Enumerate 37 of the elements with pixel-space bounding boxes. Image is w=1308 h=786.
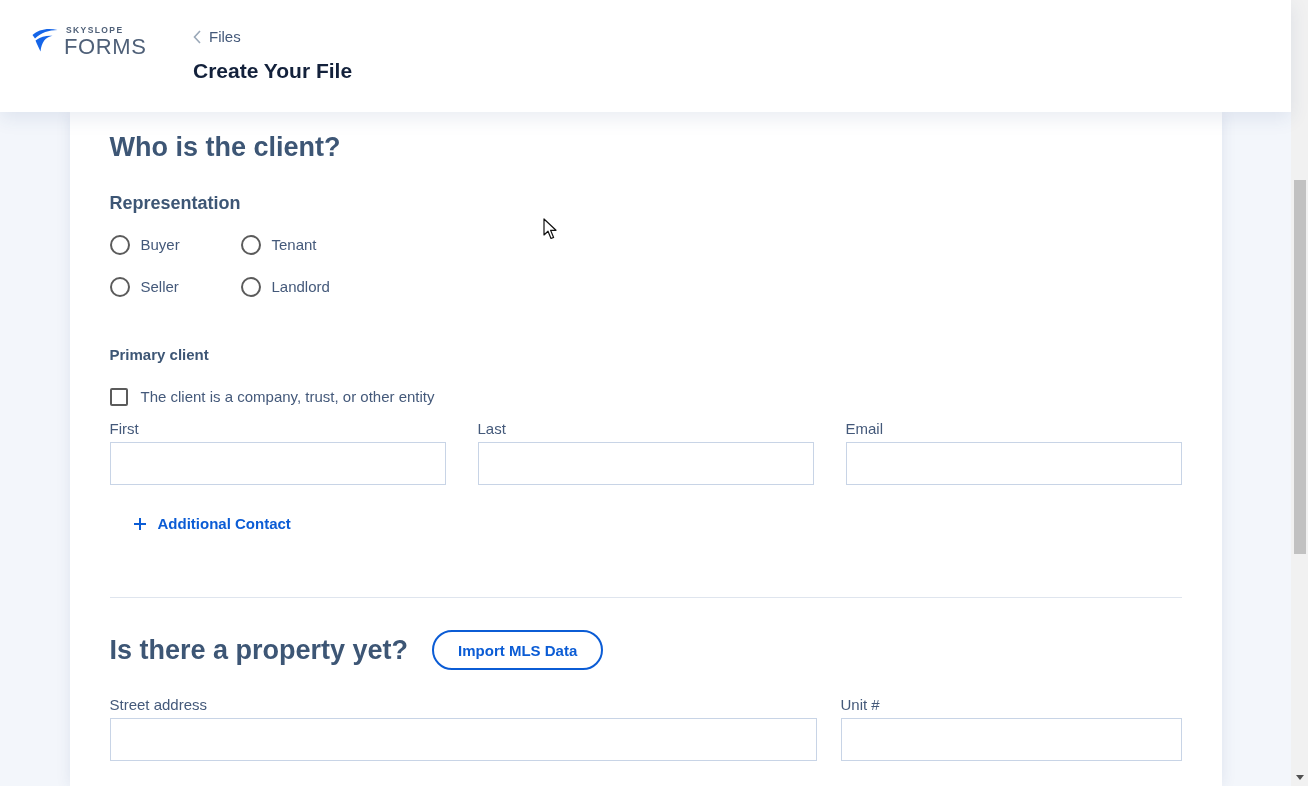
- field-label: Street address: [109, 695, 209, 715]
- checkbox[interactable]: [109, 388, 128, 406]
- text-input-field[interactable]: [840, 718, 1182, 761]
- group-label: Primary client: [109, 345, 210, 365]
- radio-label: Tenant: [271, 235, 317, 255]
- text-input-field[interactable]: [109, 442, 446, 485]
- field-label: First: [109, 419, 140, 439]
- field-label: Unit #: [840, 695, 881, 715]
- radio-label: Seller: [140, 277, 179, 297]
- section-heading: Who is the client?: [109, 131, 342, 164]
- section-heading: Is there a property yet?: [109, 634, 409, 667]
- plus-icon: [133, 518, 146, 530]
- mouse-pointer-icon: [543, 218, 557, 240]
- logo-wordmark: FORMS: [64, 36, 147, 58]
- radio-button[interactable]: [109, 277, 130, 297]
- radio-button[interactable]: [240, 235, 261, 255]
- scroll-down-arrow-icon[interactable]: [1295, 775, 1304, 780]
- logo-swoosh-icon: [32, 28, 58, 52]
- radio-button[interactable]: [240, 277, 261, 297]
- add-contact-button[interactable]: Additional Contact: [133, 514, 291, 534]
- checkbox-label: The client is a company, trust, or other entity: [140, 387, 435, 407]
- radio-label: Buyer: [140, 235, 180, 255]
- text-input-field[interactable]: [109, 718, 817, 761]
- page-title: Create Your File: [193, 58, 353, 84]
- radio-label: Landlord: [271, 277, 330, 297]
- chevron-left-icon: [193, 30, 201, 44]
- field-label: Email: [845, 419, 884, 439]
- import-mls-button[interactable]: Import MLS Data: [432, 630, 604, 670]
- radio-button[interactable]: [109, 235, 130, 255]
- scrollbar-track[interactable]: [1291, 0, 1308, 786]
- text-input-field[interactable]: [845, 442, 1182, 485]
- logo-brand-text: SKYSLOPE: [66, 25, 125, 35]
- field-label: Last: [477, 419, 507, 439]
- group-label: Representation: [109, 192, 242, 215]
- text-input-field[interactable]: [477, 442, 814, 485]
- scrollbar-thumb[interactable]: [1293, 180, 1306, 554]
- back-link[interactable]: Files: [193, 27, 241, 47]
